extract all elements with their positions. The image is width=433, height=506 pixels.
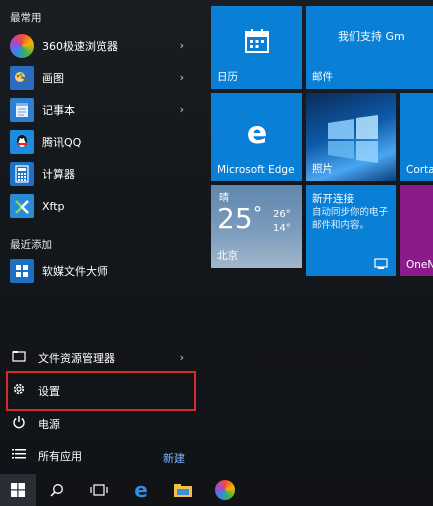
- tile-photos[interactable]: 照片: [306, 93, 396, 181]
- chevron-right-icon: ›: [179, 351, 184, 364]
- folder-icon: [10, 350, 28, 366]
- paint-icon: [10, 66, 34, 90]
- power-icon: [10, 415, 28, 433]
- tile-cortana[interactable]: Corta: [400, 93, 433, 181]
- windows-logo-icon: [11, 483, 25, 497]
- list-icon: [10, 448, 28, 464]
- folder-icon: [174, 484, 192, 497]
- task-view-icon: [90, 484, 108, 496]
- weather-temp: 25: [217, 202, 253, 235]
- tile-edge[interactable]: e Microsoft Edge: [211, 93, 302, 181]
- power-item[interactable]: 电源: [6, 410, 198, 438]
- start-button[interactable]: [0, 474, 36, 506]
- notepad-icon: [10, 98, 34, 122]
- calculator-icon: [10, 162, 34, 186]
- connect-desc: 自动同步你的电子邮件和内容。: [312, 207, 389, 231]
- qq-icon: [10, 130, 34, 154]
- app-360-browser[interactable]: 360极速浏览器 ›: [6, 31, 198, 61]
- 360-browser-icon: [10, 34, 34, 58]
- tile-calendar[interactable]: 日历: [211, 6, 302, 89]
- chevron-right-icon: ›: [179, 103, 184, 116]
- app-calculator[interactable]: 计算器: [6, 159, 198, 189]
- connect-title: 新开连接: [312, 193, 354, 205]
- app-xftp[interactable]: Xftp: [6, 191, 198, 221]
- mail-header: 我们支持 Gm: [338, 30, 405, 43]
- weather-high: 26°: [273, 209, 291, 220]
- new-link[interactable]: 新建: [163, 450, 185, 466]
- highlight-box: [6, 371, 196, 411]
- tile-weather[interactable]: 晴 25 ° 26° 14° 北京: [211, 185, 302, 268]
- taskbar-360-browser[interactable]: [204, 474, 246, 506]
- file-explorer-item[interactable]: 文件资源管理器 ›: [6, 344, 198, 372]
- start-menu: 最常用 360极速浏览器 › 画图 › 记事本 › 腾讯QQ 计算器 Xftp …: [0, 0, 433, 474]
- xftp-icon: [10, 194, 34, 218]
- section-recent: 最近添加: [10, 239, 52, 251]
- app-notepad[interactable]: 记事本 ›: [6, 95, 198, 125]
- file-master-icon: [10, 259, 34, 283]
- search-icon: [50, 484, 63, 497]
- 360-browser-icon: [215, 480, 235, 500]
- taskbar-edge[interactable]: e: [120, 474, 162, 506]
- connect-icon: [374, 258, 388, 269]
- section-frequent: 最常用: [10, 12, 42, 24]
- calendar-icon: [245, 29, 269, 53]
- edge-icon: e: [134, 478, 148, 502]
- chevron-right-icon: ›: [179, 71, 184, 84]
- search-button[interactable]: [36, 474, 78, 506]
- app-file-master[interactable]: 软媒文件大师: [6, 256, 198, 286]
- tile-mail[interactable]: 我们支持 Gm 邮件: [306, 6, 433, 89]
- weather-city: 北京: [217, 250, 238, 262]
- taskbar-file-explorer[interactable]: [162, 474, 204, 506]
- chevron-right-icon: ›: [179, 39, 184, 52]
- weather-unit: °: [253, 203, 262, 224]
- tile-connect[interactable]: 新开连接 自动同步你的电子邮件和内容。: [306, 185, 396, 276]
- edge-icon: e: [246, 116, 268, 151]
- tile-onenote[interactable]: OneN: [400, 185, 433, 276]
- app-paint[interactable]: 画图 ›: [6, 63, 198, 93]
- taskbar: e: [0, 474, 433, 506]
- weather-low: 14°: [273, 223, 291, 234]
- task-view-button[interactable]: [78, 474, 120, 506]
- app-qq[interactable]: 腾讯QQ: [6, 127, 198, 157]
